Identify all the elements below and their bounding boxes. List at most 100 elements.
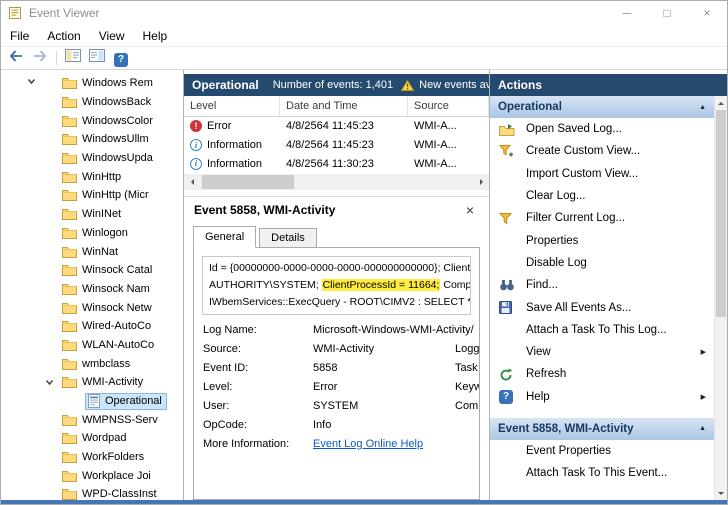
description-text: Id = {00000000-0000-0000-0000-0000000000… — [209, 262, 471, 274]
action-attach-task-to-this-event[interactable]: Attach Task To This Event... — [490, 462, 714, 484]
tree-item-label: WindowsUllm — [82, 133, 149, 145]
back-button[interactable] — [5, 48, 27, 68]
action-properties[interactable]: Properties — [490, 229, 714, 251]
menu-action[interactable]: Action — [38, 29, 89, 43]
tree-item-workplace-joi[interactable]: Workplace Joi — [1, 466, 183, 485]
show-hide-action-pane-button[interactable] — [86, 48, 108, 68]
tree-item-wordpad[interactable]: Wordpad — [1, 429, 183, 448]
section-title: Operational — [498, 101, 562, 113]
parent-expanded-chevron-icon[interactable] — [27, 77, 36, 86]
tree-item-workfolders[interactable]: WorkFolders — [1, 448, 183, 467]
tree-item-windowscolor[interactable]: WindowsColor — [1, 111, 183, 130]
field-label: Level: — [203, 381, 313, 393]
event-count-text: Number of events: 1,401 — [273, 79, 393, 91]
action-save-all-events-as[interactable]: Save All Events As... — [490, 296, 714, 318]
forward-button[interactable] — [29, 48, 51, 68]
event-source: WMI-A... — [408, 154, 489, 173]
column-date-and-time[interactable]: Date and Time — [280, 96, 408, 116]
column-source[interactable]: Source — [408, 96, 489, 116]
tab-details[interactable]: Details — [259, 228, 317, 248]
action-event-properties[interactable]: Event Properties — [490, 440, 714, 462]
expanded-chevron-icon[interactable] — [45, 378, 59, 387]
description-text: IWbemServices::ExecQuery - ROOT\CIMV2 : … — [209, 296, 471, 308]
tree-item-wired-autoco[interactable]: Wired-AutoCo — [1, 317, 183, 336]
menu-help[interactable]: Help — [134, 29, 177, 43]
tree-item-wmpnss-serv[interactable]: WMPNSS-Serv — [1, 410, 183, 429]
vscroll-thumb[interactable] — [716, 110, 726, 317]
hscroll-track[interactable] — [200, 174, 473, 190]
minimize-button[interactable]: ─ — [607, 1, 647, 25]
action-attach-a-task-to-this-log[interactable]: Attach a Task To This Log... — [490, 319, 714, 341]
tree-item-windowsback[interactable]: WindowsBack — [1, 93, 183, 112]
show-hide-console-tree-button[interactable] — [62, 48, 84, 68]
tree-item-label: WindowsUpda — [82, 152, 153, 164]
tree-item-operational[interactable]: Operational — [1, 392, 183, 411]
help-toolbar-button[interactable]: ? — [110, 48, 132, 68]
window-bottom-border — [1, 500, 727, 504]
tree-item-winnat[interactable]: WinNat — [1, 242, 183, 261]
scroll-down-button[interactable] — [715, 486, 727, 500]
section-header-operational[interactable]: Operational ▲ — [490, 96, 714, 118]
hscroll-thumb[interactable] — [202, 175, 294, 189]
actions-scrollbar[interactable] — [714, 96, 727, 500]
action-help[interactable]: ?Help▶ — [490, 386, 714, 408]
action-open-saved-log[interactable]: Open Saved Log... — [490, 118, 714, 140]
events-panel-header: Operational Number of events: 1,401 New … — [184, 74, 489, 96]
tree-item-label: Wordpad — [82, 432, 126, 444]
vscroll-track[interactable] — [715, 110, 727, 486]
column-level[interactable]: Level — [184, 96, 280, 116]
tree-item-wmi-activity[interactable]: WMI-Activity — [1, 373, 183, 392]
tab-general[interactable]: General — [193, 226, 256, 248]
action-import-custom-view[interactable]: Import Custom View... — [490, 163, 714, 185]
action-filter-current-log[interactable]: Filter Current Log... — [490, 207, 714, 229]
tree-item-label: WinHttp (Micr — [82, 189, 149, 201]
main-content: Windows RemWindowsBackWindowsColorWindow… — [1, 70, 727, 500]
close-detail-button[interactable]: × — [461, 202, 479, 218]
event-level: Information — [207, 139, 262, 151]
scroll-left-button[interactable] — [184, 174, 200, 190]
event-description-box[interactable]: Id = {00000000-0000-0000-0000-0000000000… — [202, 256, 471, 315]
action-create-custom-view[interactable]: Create Custom View... — [490, 140, 714, 162]
section-gap — [490, 408, 714, 418]
tree-item-wmbclass[interactable]: wmbclass — [1, 354, 183, 373]
event-row-error-4-8-2564-11-45-23[interactable]: !Error4/8/2564 11:45:23WMI-A... — [184, 117, 489, 136]
action-clear-log[interactable]: Clear Log... — [490, 185, 714, 207]
tree-item-winsock-netw[interactable]: Winsock Netw — [1, 298, 183, 317]
scroll-right-button[interactable] — [473, 174, 489, 190]
tree-item-wininet[interactable]: WinINet — [1, 205, 183, 224]
tree-item-winhttp-micr[interactable]: WinHttp (Micr — [1, 186, 183, 205]
menu-file[interactable]: File — [1, 29, 38, 43]
description-text: Compo — [440, 279, 471, 291]
collapse-section-icon[interactable]: ▲ — [699, 425, 706, 432]
action-label: Attach Task To This Event... — [526, 467, 667, 479]
tree-item-windowsullm[interactable]: WindowsUllm — [1, 130, 183, 149]
tree-item-winhttp[interactable]: WinHttp — [1, 167, 183, 186]
tree-item-wlan-autoco[interactable]: WLAN-AutoCo — [1, 336, 183, 355]
action-disable-log[interactable]: Disable Log — [490, 252, 714, 274]
collapse-section-icon[interactable]: ▲ — [699, 104, 706, 111]
tree-item-winlogon[interactable]: Winlogon — [1, 224, 183, 243]
open-log-icon — [499, 123, 517, 136]
maximize-button[interactable]: □ — [647, 1, 687, 25]
event-row-information-4-8-2564-11-45-23[interactable]: iInformation4/8/2564 11:45:23WMI-A... — [184, 136, 489, 155]
field-label: Event ID: — [203, 362, 313, 374]
event-log-online-help-link[interactable]: Event Log Online Help — [313, 438, 423, 450]
field-log-name: Log Name:Microsoft-Windows-WMI-Activity/ — [203, 324, 479, 343]
tree-item-wpd-classinst[interactable]: WPD-ClassInst — [1, 485, 183, 500]
action-refresh[interactable]: Refresh — [490, 363, 714, 385]
section-header-event-5858-wmi-activity[interactable]: Event 5858, WMI-Activity▲ — [490, 418, 714, 440]
event-row-information-4-8-2564-11-30-23[interactable]: iInformation4/8/2564 11:30:23WMI-A... — [184, 154, 489, 173]
event-list-hscrollbar[interactable] — [184, 174, 489, 190]
action-find[interactable]: Find... — [490, 274, 714, 296]
menu-view[interactable]: View — [90, 29, 134, 43]
tree-item-winsock-nam[interactable]: Winsock Nam — [1, 280, 183, 299]
close-button[interactable]: × — [687, 1, 727, 25]
actions-title: Actions — [498, 78, 542, 92]
console-tree: Windows RemWindowsBackWindowsColorWindow… — [1, 74, 183, 500]
tree-item-winsock-catal[interactable]: Winsock Catal — [1, 261, 183, 280]
scroll-up-button[interactable] — [715, 96, 727, 110]
folder-icon — [62, 152, 77, 164]
action-view[interactable]: View▶ — [490, 341, 714, 363]
tree-item-windowsupda[interactable]: WindowsUpda — [1, 149, 183, 168]
description-line-3: IWbemServices::ExecQuery - ROOT\CIMV2 : … — [209, 294, 464, 311]
